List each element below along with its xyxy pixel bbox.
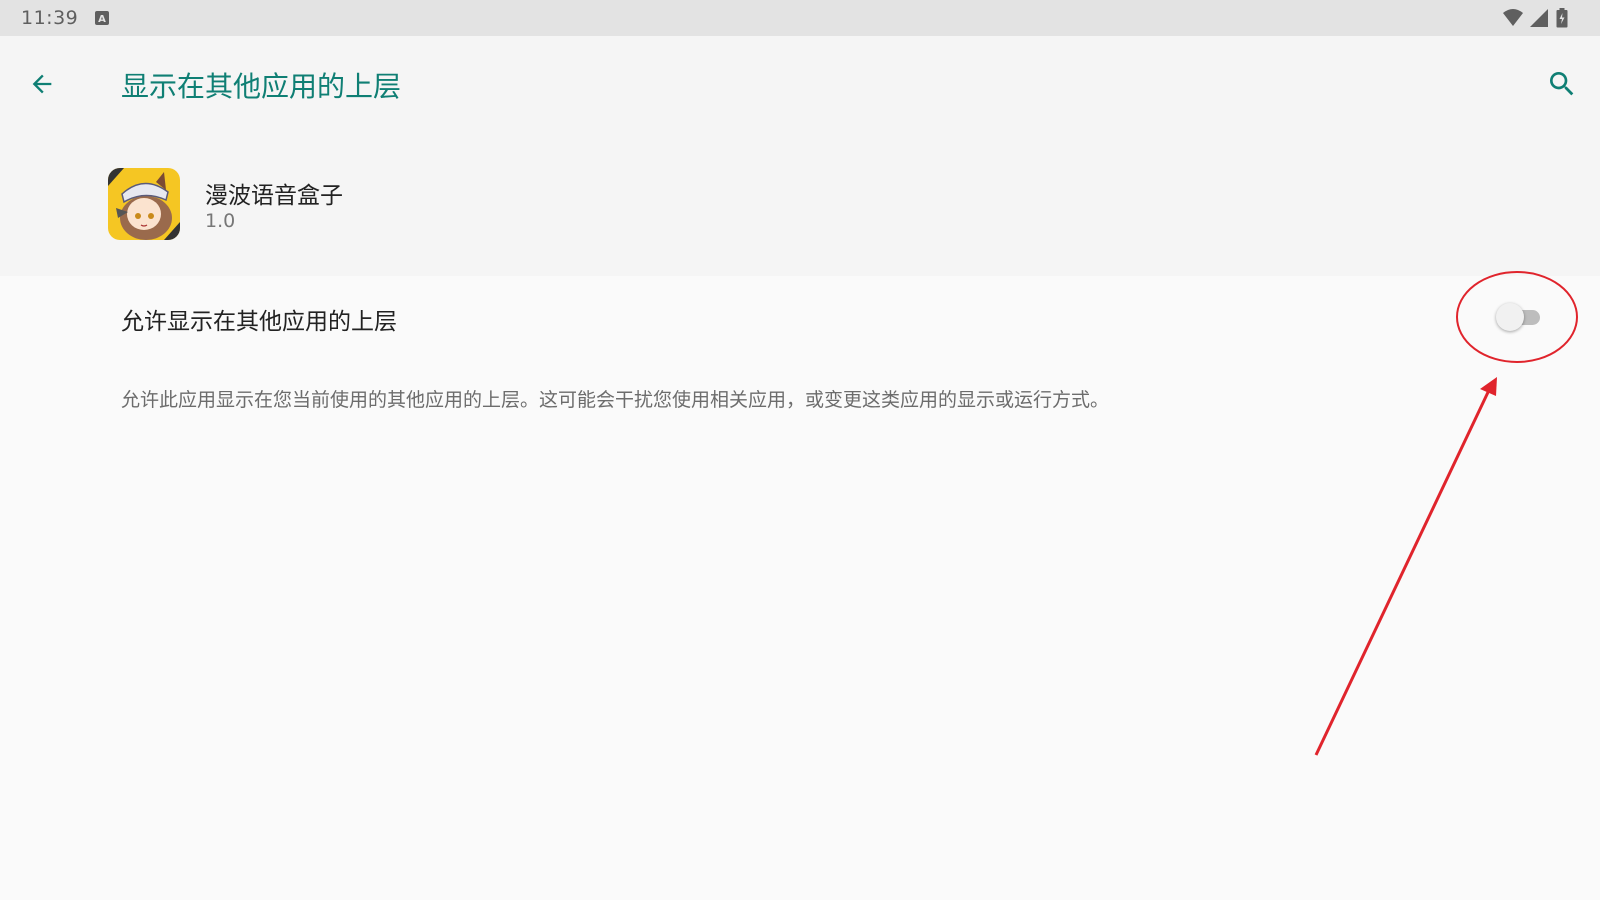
setting-label: 允许显示在其他应用的上层 [121,309,397,335]
app-bar: 显示在其他应用的上层 [0,36,1600,130]
back-arrow-icon [32,74,52,94]
search-icon [1550,72,1574,96]
status-icons [1502,8,1582,28]
toggle-thumb [1496,303,1524,331]
search-button[interactable] [1542,64,1582,104]
battery-icon [1556,8,1568,28]
svg-text:A: A [98,14,106,25]
annotation-arrowhead [1480,377,1497,396]
app-name: 漫波语音盒子 [205,183,343,209]
annotation-arrow-line [1314,387,1492,756]
overlay-permission-toggle[interactable] [1496,302,1548,332]
status-bar: 11:39 A [0,0,1600,36]
overlay-permission-row[interactable]: 允许显示在其他应用的上层 [0,276,1600,358]
signal-icon [1530,9,1548,27]
a-icon: A [95,11,109,25]
app-avatar-icon [108,168,180,240]
wifi-icon [1503,9,1523,26]
setting-description: 允许此应用显示在您当前使用的其他应用的上层。这可能会干扰您使用相关应用，或变更这… [121,389,1110,411]
status-time: 11:39 [21,7,79,29]
app-icon [108,168,180,240]
app-header: 漫波语音盒子 1.0 [0,130,1600,276]
back-button[interactable] [22,64,62,104]
app-version: 1.0 [205,210,236,232]
page-title: 显示在其他应用的上层 [121,70,402,103]
